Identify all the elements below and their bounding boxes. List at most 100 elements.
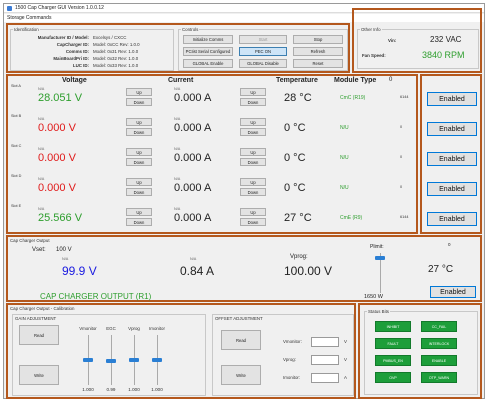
offset-input[interactable] (311, 373, 339, 383)
slot-module-type: N/U (340, 125, 349, 131)
slot-module-code: 0 (400, 155, 403, 159)
offset-unit: V (344, 339, 347, 344)
stop-button[interactable]: Stop (293, 35, 343, 44)
controls-label: Controls (181, 27, 200, 32)
offset-read-button[interactable]: Read (221, 330, 261, 350)
calibration-panel: Cap Charger Output - Calibration GAIN AD… (6, 303, 356, 399)
gain-write-button[interactable]: Write (19, 365, 59, 385)
status-bits-label: Status Bits (367, 309, 390, 314)
gain-column-value: 1.000 (151, 387, 163, 392)
slot-enable-button[interactable]: Enabled (427, 152, 477, 166)
slot-module-type: CmE (R9) (340, 215, 363, 221)
vset-label: Vset: (32, 247, 46, 253)
current-down-button[interactable]: Down (240, 98, 266, 106)
ident-key: Comms ID: (65, 49, 89, 54)
current-down-button[interactable]: Down (240, 128, 266, 136)
slot-module-code: 0 (400, 185, 403, 189)
fan-speed-value: 3840 RPM (422, 50, 465, 60)
slot-module-code: 6144 (400, 95, 409, 99)
refresh-button[interactable]: Refresh (293, 47, 343, 56)
slot-module-type: N/U (340, 155, 349, 161)
vin-value: 232 VAC (430, 35, 462, 44)
ident-key: Manufacturer ID / Model: (37, 35, 89, 40)
voltage-up-button[interactable]: Up (126, 208, 152, 216)
current-up-button[interactable]: Up (240, 88, 266, 96)
current-down-button[interactable]: Down (240, 218, 266, 226)
slot-enable-button[interactable]: Enabled (427, 122, 477, 136)
slot-enable-button[interactable]: Enabled (427, 212, 477, 226)
initialize-comms-button[interactable]: Initialize Comms (183, 35, 233, 44)
voltage-down-button[interactable]: Down (126, 218, 152, 226)
module-type-header: Module Type (334, 77, 377, 84)
window-title: 1500 Cap Charger GUI Version 1.0.0.12 (15, 5, 104, 11)
slot-enable-button[interactable]: Enabled (427, 92, 477, 106)
voltage-up-button[interactable]: Up (126, 118, 152, 126)
output-current-na: N/A (190, 257, 197, 261)
current-down-button[interactable]: Down (240, 188, 266, 196)
gain-slider[interactable] (83, 358, 93, 362)
gain-adjustment-label: GAIN ADJUSTMENT (15, 316, 57, 321)
slot-module-code: 6144 (400, 215, 409, 219)
output-banner: CAP CHARGER OUTPUT (R1) (40, 292, 152, 301)
menu-storage-commands[interactable]: Storage Commands (7, 15, 51, 21)
identification-group: Identification Manufacturer ID / Model: E… (10, 27, 174, 71)
vprog-value: 100.00 V (284, 264, 333, 278)
gain-slider[interactable] (129, 358, 139, 362)
gain-read-button[interactable]: Read (19, 325, 59, 345)
voltage-up-button[interactable]: Up (126, 178, 152, 186)
global-enable-button[interactable]: GLOBAL Enable (183, 59, 233, 68)
plimit-label: Plimit: (370, 244, 384, 250)
controls-group: Controls Initialize Comms Start Stop PCI… (178, 27, 348, 71)
slot-label: Slot C (11, 144, 22, 148)
voltage-up-button[interactable]: Up (126, 88, 152, 96)
status-bit-otp-warn: OTP_WARN (421, 372, 457, 383)
current-up-button[interactable]: Up (240, 148, 266, 156)
gain-column-value: 0.99 (106, 387, 116, 392)
ident-key: CapCharger ID: (56, 42, 89, 47)
output-temperature: 27 °C (428, 264, 454, 275)
current-up-button[interactable]: Up (240, 178, 266, 186)
offset-label: Imonitor: (283, 375, 301, 380)
status-bit-fault: FAULT (375, 338, 411, 349)
gain-slider[interactable] (152, 358, 162, 362)
pclist-serial-button[interactable]: PCIist Serial Configured (183, 47, 233, 56)
current-up-button[interactable]: Up (240, 118, 266, 126)
output-enable-button[interactable]: Enabled (430, 286, 476, 298)
current-na: N/A (174, 177, 181, 181)
slot-label: Slot E (11, 204, 22, 208)
enable-panel: Enabled Enabled Enabled Enabled Enabled (420, 74, 482, 234)
current-up-button[interactable]: Up (240, 208, 266, 216)
status-bit-interlock: INTERLOCK (421, 338, 457, 349)
slot-temperature-value: 0 °C (284, 182, 306, 194)
reset-button[interactable]: Reset (293, 59, 343, 68)
app-icon (7, 6, 12, 11)
offset-input[interactable] (311, 355, 339, 365)
pec-on-button[interactable]: PEC ON (239, 47, 287, 56)
offset-adjustment-label: OFFSET ADJUSTMENT (215, 316, 263, 321)
voltage-down-button[interactable]: Down (126, 98, 152, 106)
slot-label: Slot A (11, 84, 21, 88)
gain-slider[interactable] (106, 359, 116, 363)
slot-temperature-value: 28 °C (284, 92, 312, 104)
slot-voltage-value: 28.051 V (38, 92, 83, 104)
offset-write-button[interactable]: Write (221, 365, 261, 385)
start-button[interactable]: Start (239, 35, 287, 44)
global-disable-button[interactable]: GLOBAL Disable (239, 59, 287, 68)
slot-label: Slot B (11, 114, 22, 118)
voltage-na: N/A (38, 147, 45, 151)
current-down-button[interactable]: Down (240, 158, 266, 166)
voltage-down-button[interactable]: Down (126, 128, 152, 136)
output-voltage-value: 99.9 V (62, 264, 97, 278)
slot-current-value: 0.000 A (174, 182, 212, 194)
slot-enable-button[interactable]: Enabled (427, 182, 477, 196)
voltage-down-button[interactable]: Down (126, 188, 152, 196)
voltage-down-button[interactable]: Down (126, 158, 152, 166)
slot-voltage-value: 0.000 V (38, 182, 76, 194)
app-window: 1500 Cap Charger GUI Version 1.0.0.12 St… (3, 3, 485, 399)
vprog-label: Vprog: (290, 254, 308, 260)
voltage-up-button[interactable]: Up (126, 148, 152, 156)
slot-voltage-value: 0.000 V (38, 122, 76, 134)
plimit-slider[interactable] (375, 256, 385, 260)
offset-input[interactable] (311, 337, 339, 347)
status-bits-group: Status Bits INHIBIT CC_FAIL FAULT INTERLOCK… (364, 309, 478, 395)
